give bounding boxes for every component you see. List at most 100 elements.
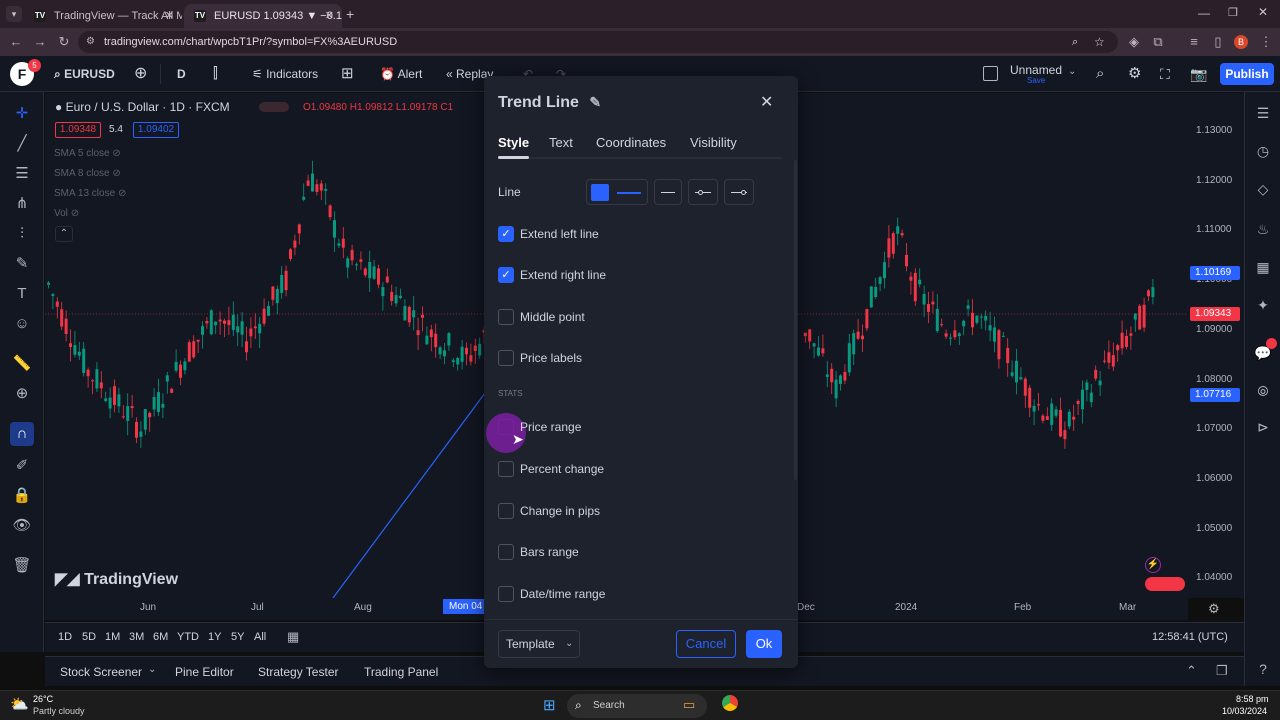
extend-right-line-checkbox[interactable]: ✓: [498, 267, 514, 283]
range-1y[interactable]: 1Y: [208, 631, 221, 643]
close-tab-icon[interactable]: ✕: [165, 4, 174, 28]
layers-icon[interactable]: ◇: [1252, 178, 1274, 200]
text-tool-icon[interactable]: T: [10, 282, 34, 306]
line-color-picker[interactable]: [586, 179, 648, 205]
url-field[interactable]: ⚙ tradingview.com/chart/wpcbT1Pr/?symbol…: [78, 31, 1118, 53]
maximize-icon[interactable]: ❐: [1228, 6, 1238, 19]
layout-menu-chevron-down-icon[interactable]: ⌄: [1068, 66, 1076, 77]
alerts-clock-icon[interactable]: ◷: [1252, 140, 1274, 162]
weather-temperature[interactable]: 26°C: [33, 694, 53, 704]
tab-strategy-tester[interactable]: Strategy Tester: [258, 665, 338, 679]
tab-pine-editor[interactable]: Pine Editor: [175, 665, 234, 679]
bars-range-checkbox[interactable]: [498, 544, 514, 560]
middle-point-checkbox[interactable]: [498, 309, 514, 325]
date-time-range-checkbox[interactable]: [498, 586, 514, 602]
hidden-eye-icon[interactable]: ⊘: [112, 168, 120, 179]
hidden-eye-icon[interactable]: ⊘: [112, 148, 120, 159]
axis-settings-gear-icon[interactable]: ⚙: [1208, 601, 1220, 617]
change-in-pips-checkbox[interactable]: [498, 503, 514, 519]
indicator-legend-sma13[interactable]: SMA 13 close ⊘: [54, 188, 126, 199]
quick-search-icon[interactable]: ⌕: [1096, 56, 1104, 92]
extension-icon[interactable]: ◈: [1126, 34, 1142, 50]
settings-gear-icon[interactable]: ⚙: [1128, 56, 1141, 92]
template-dropdown[interactable]: Template ⌄: [498, 630, 580, 658]
range-ytd[interactable]: YTD: [177, 631, 199, 643]
browser-tab[interactable]: TV TradingView — Track All Marke ✕: [24, 4, 182, 28]
windows-start-icon[interactable]: ⊞: [543, 696, 556, 714]
side-panel-icon[interactable]: ▯: [1210, 34, 1226, 50]
price-labels-checkbox[interactable]: [498, 350, 514, 366]
calendar-icon[interactable]: ▦: [1252, 256, 1274, 278]
line-style-select[interactable]: [654, 179, 682, 205]
layout-checkbox-icon[interactable]: [983, 66, 998, 81]
play-forward-icon[interactable]: ⊳: [1252, 416, 1274, 438]
percent-change-checkbox[interactable]: [498, 461, 514, 477]
indicator-legend-volume[interactable]: Vol ⊘: [54, 208, 79, 219]
emoji-tool-icon[interactable]: ☺: [10, 312, 34, 336]
ideas-icon[interactable]: ✦: [1252, 294, 1274, 316]
dialog-scrollbar[interactable]: [794, 160, 797, 480]
range-1d[interactable]: 1D: [58, 631, 72, 643]
range-6m[interactable]: 6M: [153, 631, 168, 643]
lock-icon[interactable]: 🔒: [10, 484, 34, 508]
tab-stock-screener[interactable]: Stock Screener: [60, 665, 142, 679]
stay-in-drawing-mode-icon[interactable]: ✐: [10, 454, 34, 478]
zoom-icon[interactable]: ⌕: [1072, 31, 1078, 53]
buy-price-button[interactable]: 1.09402: [133, 122, 179, 138]
sell-price-button[interactable]: 1.09348: [55, 122, 101, 138]
close-tab-icon[interactable]: ✕: [325, 4, 334, 28]
back-icon[interactable]: ←: [8, 34, 24, 50]
range-5d[interactable]: 5D: [82, 631, 96, 643]
profile-avatar[interactable]: B: [1234, 35, 1248, 49]
hidden-eye-icon[interactable]: ⊘: [71, 208, 79, 219]
crosshair-icon[interactable]: ✛: [10, 102, 34, 126]
tab-coordinates[interactable]: Coordinates: [596, 135, 666, 150]
snapshot-camera-icon[interactable]: 📷: [1190, 56, 1207, 92]
ruler-icon[interactable]: 📏: [10, 352, 34, 376]
watchlist-icon[interactable]: ☰: [1252, 102, 1274, 124]
interval-button[interactable]: D: [177, 56, 186, 92]
eye-icon[interactable]: 👁: [10, 514, 34, 538]
minimize-icon[interactable]: —: [1198, 6, 1210, 20]
range-3m[interactable]: 3M: [129, 631, 144, 643]
weather-condition[interactable]: Partly cloudy: [33, 706, 85, 716]
close-window-icon[interactable]: ✕: [1258, 5, 1268, 19]
go-to-date-calendar-icon[interactable]: ▦: [287, 629, 299, 645]
horizontal-lines-tool-icon[interactable]: ☰: [10, 162, 34, 186]
reading-list-icon[interactable]: ≡: [1186, 34, 1202, 50]
line-left-end-select[interactable]: [688, 179, 718, 205]
tab-visibility[interactable]: Visibility: [690, 135, 737, 150]
taskbar-search-box[interactable]: ⌕ Search ▭: [567, 694, 707, 718]
browser-tab-active[interactable]: TV EURUSD 1.09343 ▼ −0.13% Ur ✕: [184, 4, 342, 28]
hidden-eye-icon[interactable]: ⊘: [118, 188, 126, 199]
signals-icon[interactable]: ⦾: [1252, 380, 1274, 402]
compare-symbol-icon[interactable]: ⊕: [134, 56, 147, 92]
zoom-in-icon[interactable]: ⊕: [10, 382, 34, 406]
flag-badges-icon[interactable]: [1145, 577, 1185, 591]
magnet-icon[interactable]: ∩: [10, 422, 34, 446]
range-all[interactable]: All: [254, 631, 266, 643]
symbol-title[interactable]: ● Euro / U.S. Dollar · 1D · FXCM: [55, 100, 230, 114]
templates-grid-icon[interactable]: ⊞: [341, 56, 354, 92]
rename-pencil-icon[interactable]: ✎: [589, 94, 601, 110]
collapse-legend-chevron-up-icon[interactable]: ⌃: [55, 226, 73, 242]
expand-panel-chevron-up-icon[interactable]: ⌃: [1186, 663, 1197, 679]
extend-left-line-checkbox[interactable]: ✓: [498, 226, 514, 242]
fullscreen-icon[interactable]: ⛶: [1160, 56, 1170, 92]
maximize-panel-icon[interactable]: ❐: [1216, 663, 1228, 679]
tab-style[interactable]: Style: [498, 135, 529, 150]
lightning-icon[interactable]: ⚡: [1145, 557, 1161, 573]
brush-tool-icon[interactable]: ✎: [10, 252, 34, 276]
line-right-end-select[interactable]: [724, 179, 754, 205]
hotlist-flame-icon[interactable]: ♨: [1252, 218, 1274, 240]
patterns-tool-icon[interactable]: ⫶: [10, 222, 34, 246]
bookmark-star-icon[interactable]: ☆: [1094, 31, 1105, 53]
taskbar-time[interactable]: 8:58 pm: [1236, 694, 1269, 704]
tab-text[interactable]: Text: [549, 135, 573, 150]
range-1m[interactable]: 1M: [105, 631, 120, 643]
ok-button[interactable]: Ok: [746, 630, 782, 658]
reload-icon[interactable]: ↻: [56, 34, 72, 50]
trend-line-tool-icon[interactable]: ╱: [10, 132, 34, 156]
layout-name[interactable]: Unnamed: [1010, 63, 1062, 77]
chart-type-candles-icon[interactable]: ⫿: [213, 56, 218, 92]
